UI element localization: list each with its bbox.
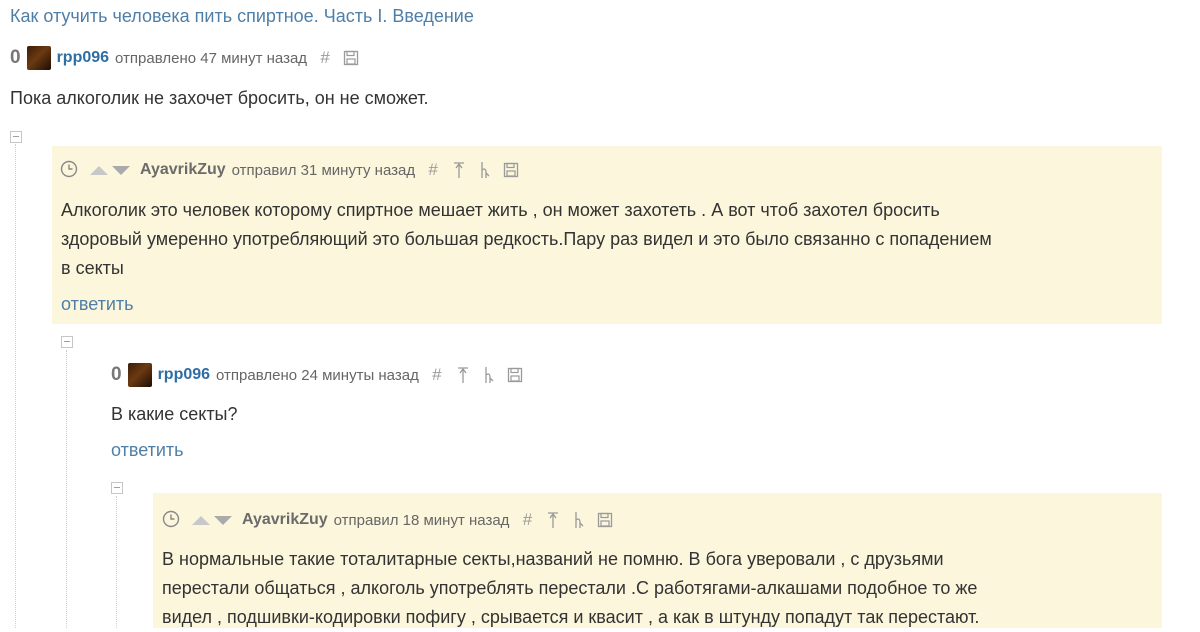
clock-icon (162, 510, 182, 530)
vote-controls (192, 515, 232, 525)
comment-time: отправил 31 минуту назад (231, 161, 416, 179)
collapse-thread-icon[interactable] (61, 336, 73, 348)
thread-icon[interactable] (475, 160, 495, 180)
collapse-thread-icon[interactable] (10, 131, 22, 143)
thread-icon[interactable] (569, 510, 589, 530)
save-icon[interactable] (341, 48, 361, 68)
reply-link[interactable]: ответить (111, 440, 184, 461)
comment-text-line: перестали общаться , алкоголь употреблят… (162, 578, 978, 598)
hash-icon[interactable]: # (427, 365, 447, 385)
avatar[interactable] (26, 46, 51, 70)
username-link[interactable]: rpp096 (57, 49, 109, 67)
comment-time: отправлено 47 минут назад (115, 49, 308, 67)
comment-text-line: в секты (61, 258, 124, 278)
comment-text: В какие секты? (111, 404, 238, 424)
comment-text-line: В нормальные такие тоталитарные секты,на… (162, 549, 944, 569)
comment-time: отправил 18 минут назад (333, 511, 510, 529)
username-link[interactable]: rpp096 (158, 366, 210, 384)
comment-text: Пока алкоголик не захочет бросить, он не… (10, 88, 429, 108)
comment-text-line: здоровый умеренно употребляющий это боль… (61, 229, 992, 249)
hash-icon[interactable]: # (517, 510, 537, 530)
avatar[interactable] (127, 363, 152, 387)
vote-controls (90, 165, 130, 175)
reply-link[interactable]: ответить (61, 294, 134, 315)
comment-header: AyavrikZuy отправил 18 минут назад # (162, 508, 621, 532)
clock-icon (60, 160, 80, 180)
username-link[interactable]: AyavrikZuy (242, 511, 328, 529)
arrow-up-icon[interactable] (543, 510, 563, 530)
hash-icon[interactable]: # (423, 160, 443, 180)
arrow-up-icon[interactable] (453, 365, 473, 385)
comment-score: 0 (10, 47, 21, 68)
save-icon[interactable] (595, 510, 615, 530)
save-icon[interactable] (505, 365, 525, 385)
vote-up-icon[interactable] (90, 165, 108, 175)
comment-header: 0 rpp096 отправлено 47 минут назад # (10, 46, 367, 70)
thread-line (15, 144, 16, 628)
collapse-thread-icon[interactable] (111, 482, 123, 494)
vote-down-icon[interactable] (112, 165, 130, 175)
username-link[interactable]: AyavrikZuy (140, 161, 226, 179)
thread-line (116, 496, 117, 628)
post-title-link[interactable]: Как отучить человека пить спиртное. Част… (10, 6, 474, 27)
comment-header: AyavrikZuy отправил 31 минуту назад # (60, 158, 527, 182)
comment-time: отправлено 24 минуты назад (216, 366, 419, 384)
thread-icon[interactable] (479, 365, 499, 385)
vote-down-icon[interactable] (214, 515, 232, 525)
save-icon[interactable] (501, 160, 521, 180)
vote-up-icon[interactable] (192, 515, 210, 525)
arrow-up-icon[interactable] (449, 160, 469, 180)
comment-text-line: Алкоголик это человек которому спиртное … (61, 200, 940, 220)
comment-score: 0 (111, 364, 122, 385)
comment-header: 0 rpp096 отправлено 24 минуты назад # (111, 363, 531, 387)
hash-icon[interactable]: # (315, 48, 335, 68)
thread-line (66, 350, 67, 628)
